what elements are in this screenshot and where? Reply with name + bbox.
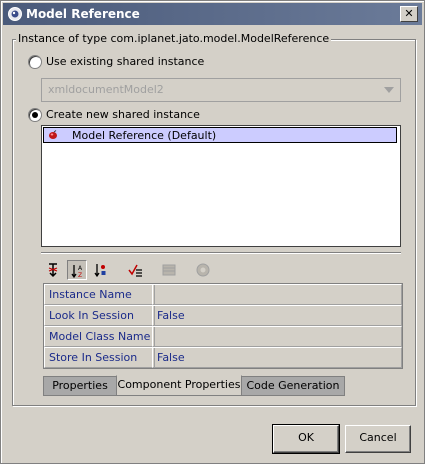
tab-label: Properties (52, 379, 108, 392)
separator (41, 252, 401, 254)
sort-by-name-button[interactable]: A Z (67, 260, 87, 280)
property-row[interactable]: Instance Name (44, 284, 402, 305)
unsorted-icon (48, 263, 58, 278)
property-value[interactable]: False (152, 347, 402, 368)
property-sheet-button[interactable] (159, 260, 179, 280)
tab-code-generation[interactable]: Code Generation (241, 376, 345, 396)
model-reference-dialog: Model Reference ✕ Instance of type com.i… (0, 0, 425, 464)
close-button[interactable]: ✕ (400, 6, 418, 22)
svg-text:A: A (78, 265, 83, 272)
bean-icon (49, 130, 57, 139)
property-value[interactable] (152, 284, 402, 305)
sort-by-type-icon (94, 264, 106, 278)
sort-by-type-button[interactable] (91, 260, 111, 280)
property-value[interactable] (152, 326, 402, 347)
property-name[interactable]: Instance Name (44, 284, 155, 305)
sort-by-name-icon: A Z (71, 265, 83, 279)
property-row[interactable]: Store In Session False (44, 347, 402, 368)
instance-list[interactable]: Model Reference (Default) (41, 125, 401, 247)
svg-text:Z: Z (78, 272, 82, 279)
existing-instance-value: xmldocumentModel2 (48, 83, 164, 96)
tab-label: Component Properties (117, 378, 241, 391)
unsorted-button[interactable] (43, 260, 63, 280)
list-item[interactable]: Model Reference (Default) (43, 127, 397, 143)
use-existing-label[interactable]: Use existing shared instance (46, 55, 204, 68)
create-new-label[interactable]: Create new shared instance (46, 108, 200, 121)
app-icon (8, 7, 22, 21)
tab-component-properties[interactable]: Component Properties (116, 375, 242, 396)
property-row[interactable]: Model Class Name (44, 326, 402, 347)
help-icon (196, 263, 210, 277)
ok-button[interactable]: OK (272, 424, 340, 454)
list-item-label: Model Reference (Default) (72, 129, 217, 142)
title-bar[interactable]: Model Reference ✕ (3, 3, 422, 25)
radio-unselected-icon[interactable] (28, 55, 42, 69)
customize-icon (128, 264, 142, 277)
radio-selected-icon[interactable] (28, 108, 42, 122)
tab-label: Code Generation (246, 379, 340, 392)
group-title: Instance of type com.iplanet.jato.model.… (16, 32, 332, 45)
help-button[interactable] (193, 260, 213, 280)
close-icon: ✕ (404, 7, 414, 20)
chevron-down-icon[interactable] (384, 87, 394, 93)
tab-properties[interactable]: Properties (43, 376, 117, 396)
property-name[interactable]: Look In Session (44, 305, 155, 326)
customize-button[interactable] (125, 260, 145, 280)
window-title: Model Reference (26, 7, 140, 21)
property-name[interactable]: Model Class Name (44, 326, 155, 347)
existing-instance-combo[interactable]: xmldocumentModel2 (41, 78, 401, 102)
property-row[interactable]: Look In Session False (44, 305, 402, 326)
cancel-button[interactable]: Cancel (345, 425, 411, 453)
property-sheet-icon (162, 264, 176, 276)
property-name[interactable]: Store In Session (44, 347, 155, 368)
property-value[interactable]: False (152, 305, 402, 326)
property-sheet: Instance Name Look In Session False Mode… (43, 283, 403, 369)
